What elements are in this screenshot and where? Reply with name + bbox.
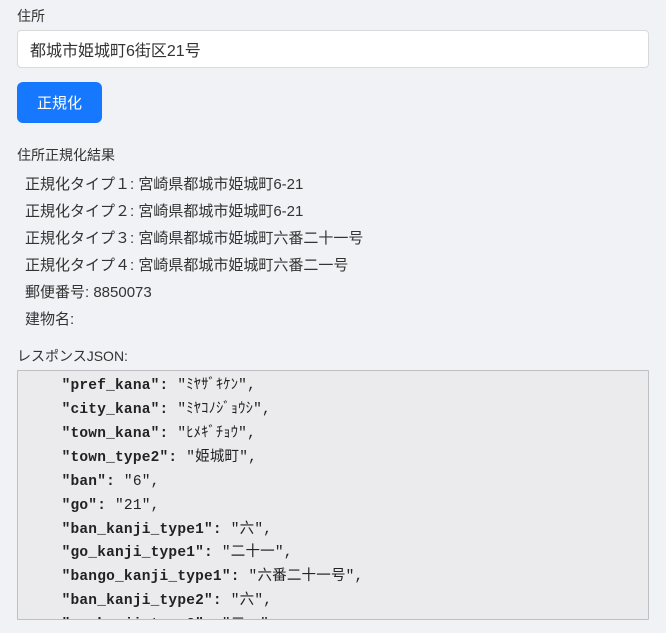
- result-type2-value: 宮崎県都城市姫城町6-21: [138, 203, 303, 220]
- json-value: "二一",: [222, 617, 278, 620]
- json-key: "ban_kanji_type2":: [26, 593, 231, 609]
- json-key: "town_type2":: [26, 450, 186, 466]
- json-row: "ban_kanji_type2": "六",: [26, 590, 644, 614]
- result-building: 建物名:: [25, 308, 666, 332]
- json-key: "go_kanji_type2":: [26, 617, 222, 620]
- json-row: "town_kana": "ﾋﾒｷﾞﾁｮｳ",: [26, 423, 644, 447]
- json-row: "city_kana": "ﾐﾔｺﾉｼﾞｮｳｼ",: [26, 399, 644, 423]
- json-row: "go_kanji_type1": "二十一",: [26, 542, 644, 566]
- result-list: 正規化タイプ１: 宮崎県都城市姫城町6-21 正規化タイプ２: 宮崎県都城市姫城…: [25, 173, 666, 332]
- json-heading: レスポンスJSON:: [17, 346, 666, 366]
- json-row: "bango_kanji_type1": "六番二十一号",: [26, 566, 644, 590]
- json-value: "6",: [124, 474, 160, 490]
- result-type2-label: 正規化タイプ２:: [25, 203, 138, 220]
- result-heading: 住所正規化結果: [17, 145, 666, 165]
- result-postal: 郵便番号: 8850073: [25, 281, 666, 305]
- json-value: "六",: [231, 593, 272, 609]
- json-value: "二十一",: [222, 545, 293, 561]
- address-label: 住所: [17, 6, 666, 26]
- normalize-button[interactable]: 正規化: [17, 82, 102, 123]
- result-type4-value: 宮崎県都城市姫城町六番二一号: [138, 257, 348, 274]
- result-postal-label: 郵便番号:: [25, 284, 93, 301]
- result-type3: 正規化タイプ３: 宮崎県都城市姫城町六番二十一号: [25, 227, 666, 251]
- json-key: "ban_kanji_type1":: [26, 522, 231, 538]
- json-key: "bango_kanji_type1":: [26, 569, 249, 585]
- json-value: "姫城町",: [186, 450, 257, 466]
- response-json-box[interactable]: "pref_kana": "ﾐﾔｻﾞｷｹﾝ", "city_kana": "ﾐﾔ…: [17, 370, 649, 620]
- result-type2: 正規化タイプ２: 宮崎県都城市姫城町6-21: [25, 200, 666, 224]
- json-key: "city_kana":: [26, 402, 177, 418]
- json-row: "go_kanji_type2": "二一",: [26, 614, 644, 620]
- result-type4-label: 正規化タイプ４:: [25, 257, 138, 274]
- json-row: "town_type2": "姫城町",: [26, 447, 644, 471]
- result-type1: 正規化タイプ１: 宮崎県都城市姫城町6-21: [25, 173, 666, 197]
- json-value: "六",: [231, 522, 272, 538]
- result-building-label: 建物名:: [25, 311, 74, 328]
- json-value: "六番二十一号",: [249, 569, 364, 585]
- json-value: "21",: [115, 498, 160, 514]
- result-type4: 正規化タイプ４: 宮崎県都城市姫城町六番二一号: [25, 254, 666, 278]
- result-type3-value: 宮崎県都城市姫城町六番二十一号: [138, 230, 363, 247]
- json-row: "go": "21",: [26, 495, 644, 519]
- result-type1-label: 正規化タイプ１:: [25, 176, 138, 193]
- json-key: "pref_kana":: [26, 378, 177, 394]
- json-row: "pref_kana": "ﾐﾔｻﾞｷｹﾝ",: [26, 375, 644, 399]
- json-value: "ﾋﾒｷﾞﾁｮｳ",: [177, 426, 256, 442]
- json-key: "go":: [26, 498, 115, 514]
- json-value: "ﾐﾔｺﾉｼﾞｮｳｼ",: [177, 402, 271, 418]
- json-value: "ﾐﾔｻﾞｷｹﾝ",: [177, 378, 256, 394]
- json-key: "town_kana":: [26, 426, 177, 442]
- result-postal-value: 8850073: [93, 284, 151, 301]
- json-row: "ban_kanji_type1": "六",: [26, 519, 644, 543]
- json-key: "ban":: [26, 474, 124, 490]
- address-input[interactable]: [17, 30, 649, 68]
- result-type3-label: 正規化タイプ３:: [25, 230, 138, 247]
- result-type1-value: 宮崎県都城市姫城町6-21: [138, 176, 303, 193]
- json-row: "ban": "6",: [26, 471, 644, 495]
- json-key: "go_kanji_type1":: [26, 545, 222, 561]
